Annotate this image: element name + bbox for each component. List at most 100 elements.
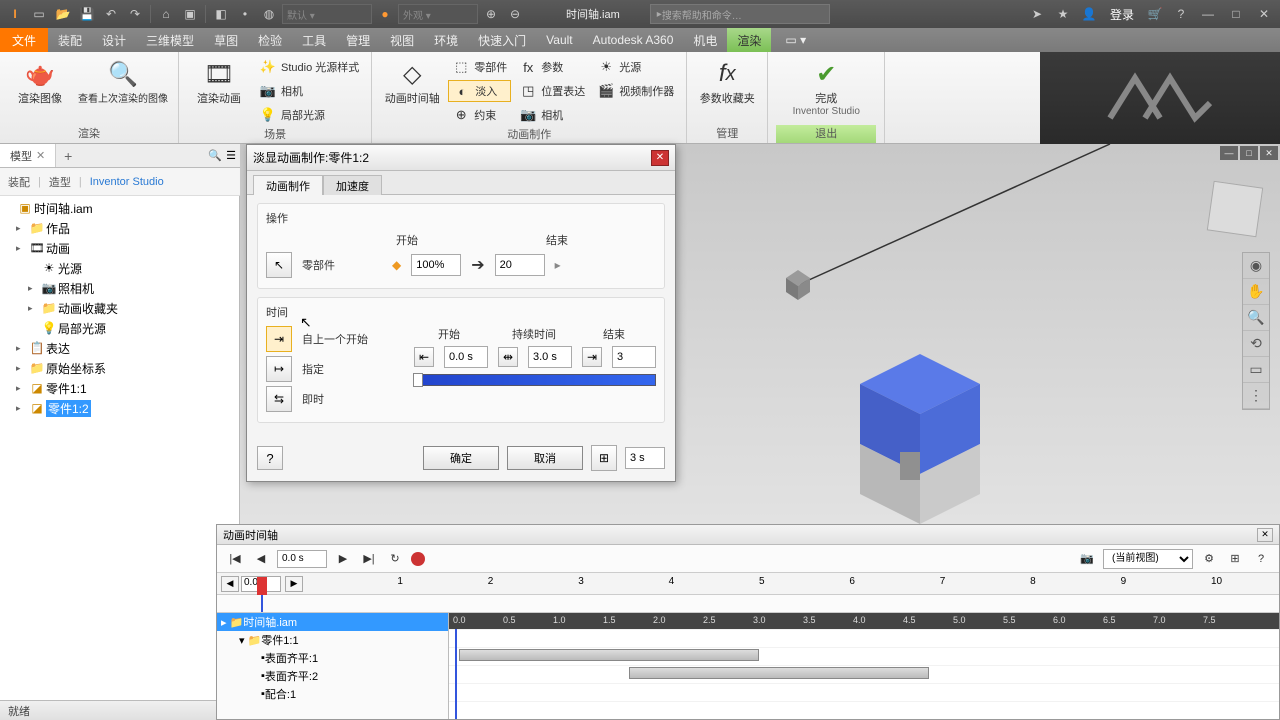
- model-tab[interactable]: 模型 ✕: [0, 144, 56, 167]
- dialog-tab-acceleration[interactable]: 加速度: [323, 175, 382, 195]
- minimize-button[interactable]: —: [1196, 5, 1220, 23]
- tree-node[interactable]: ▸📷照相机: [0, 278, 239, 298]
- current-time-display[interactable]: 0.0 s: [277, 550, 327, 568]
- appearance-dropdown[interactable]: 外观 ▾: [398, 4, 478, 24]
- time-start-snap-button[interactable]: ⇤: [414, 347, 434, 367]
- time-end-input[interactable]: [612, 346, 656, 368]
- settings-icon[interactable]: ⚙: [1199, 550, 1219, 568]
- tab-extra[interactable]: ▭ ▾: [775, 28, 816, 52]
- pick-component-button[interactable]: ↖: [266, 252, 292, 278]
- playhead-line[interactable]: [455, 629, 457, 719]
- tree-node-selected[interactable]: ▸◪零件1:2: [0, 398, 239, 418]
- expand-button[interactable]: ⊞: [591, 445, 617, 471]
- open-icon[interactable]: 📂: [52, 3, 74, 25]
- nav-orbit-icon[interactable]: ⟲: [1243, 331, 1269, 357]
- goto-start-button[interactable]: |◀: [225, 550, 245, 568]
- user-icon[interactable]: 👤: [1078, 3, 1100, 25]
- ruler-prev-button[interactable]: ◀: [221, 576, 239, 592]
- viewcube[interactable]: [1207, 181, 1263, 237]
- tab-getstarted[interactable]: 快速入门: [468, 28, 536, 52]
- mode-assembly[interactable]: 装配: [8, 174, 30, 190]
- timeline-tracks[interactable]: 0.00.51.01.52.02.53.03.54.04.55.05.56.06…: [449, 613, 1279, 719]
- search-icon[interactable]: 🔍: [208, 149, 222, 162]
- tree-node[interactable]: ▸◪零件1:1: [0, 378, 239, 398]
- tree-node[interactable]: 💡局部光源: [0, 318, 239, 338]
- nav-pan-icon[interactable]: ✋: [1243, 279, 1269, 305]
- time-end-snap-button[interactable]: ⇥: [582, 347, 602, 367]
- fade-button[interactable]: ◐淡入: [448, 80, 511, 102]
- timeline-ruler-coarse[interactable]: ◀ 0.0 ▶ 12345678910: [217, 573, 1279, 595]
- light-button[interactable]: ☀光源: [593, 56, 678, 78]
- home-icon[interactable]: ⌂: [155, 3, 177, 25]
- step-back-button[interactable]: ◀: [251, 550, 271, 568]
- total-time-input[interactable]: [625, 447, 665, 469]
- tree-node[interactable]: ▸📁原始坐标系: [0, 358, 239, 378]
- tab-manage[interactable]: 管理: [336, 28, 380, 52]
- redo-icon[interactable]: ↷: [124, 3, 146, 25]
- tree-node[interactable]: ▸📁作品: [0, 218, 239, 238]
- dialog-titlebar[interactable]: 淡显动画制作:零件1:2 ✕: [247, 145, 675, 171]
- position-expr-button[interactable]: ◳位置表达: [515, 80, 589, 102]
- time-mode-prev-button[interactable]: ⇥: [266, 326, 292, 352]
- param-favorites-button[interactable]: fx 参数收藏夹: [695, 54, 759, 106]
- globe-icon[interactable]: ◍: [258, 3, 280, 25]
- studio-light-style[interactable]: ✨Studio 光源样式: [255, 56, 363, 78]
- ok-button[interactable]: 确定: [423, 446, 499, 470]
- close-tab-icon[interactable]: ✕: [36, 149, 45, 162]
- pointer-icon[interactable]: ➤: [1026, 3, 1048, 25]
- misc1-icon[interactable]: ⊕: [480, 3, 502, 25]
- loop-button[interactable]: ↻: [385, 550, 405, 568]
- tab-file[interactable]: 文件: [0, 28, 48, 52]
- time-start-input[interactable]: [444, 346, 488, 368]
- cancel-button[interactable]: 取消: [507, 446, 583, 470]
- tab-design[interactable]: 设计: [92, 28, 136, 52]
- timeline-tree-root[interactable]: ▸ 📁 时间轴.iam: [217, 613, 448, 631]
- tab-tools[interactable]: 工具: [292, 28, 336, 52]
- timeline-tree-item[interactable]: ▾ 📁 零件1:1: [217, 631, 448, 649]
- dot-icon[interactable]: •: [234, 3, 256, 25]
- timeline-close-button[interactable]: ✕: [1257, 528, 1273, 542]
- parameter-button[interactable]: fx参数: [515, 56, 589, 78]
- time-dur-snap-button[interactable]: ⇹: [498, 347, 518, 367]
- dialog-tab-animation[interactable]: 动画制作: [253, 175, 323, 195]
- help-search[interactable]: ▸ 搜索帮助和命令…: [650, 4, 830, 24]
- tab-sketch[interactable]: 草图: [204, 28, 248, 52]
- track-bar[interactable]: [459, 649, 759, 661]
- material-dropdown[interactable]: 默认 ▾: [282, 4, 372, 24]
- cart-icon[interactable]: 🛒: [1144, 3, 1166, 25]
- tree-node[interactable]: ▸📋表达: [0, 338, 239, 358]
- video-maker-button[interactable]: 🎬视频制作器: [593, 80, 678, 102]
- view-select[interactable]: (当前视图): [1103, 549, 1193, 569]
- time-slider[interactable]: [414, 374, 656, 386]
- finish-button[interactable]: ✔ 完成 Inventor Studio: [776, 54, 876, 117]
- render-animation-button[interactable]: 🎞 渲染动画: [187, 54, 251, 106]
- tab-3dmodel[interactable]: 三维模型: [136, 28, 204, 52]
- track-bar[interactable]: [629, 667, 929, 679]
- anim-camera-button[interactable]: 📷相机: [515, 104, 589, 126]
- tab-vault[interactable]: Vault: [536, 28, 582, 52]
- local-light-button[interactable]: 💡局部光源: [255, 104, 363, 126]
- tree-node[interactable]: ▸📁动画收藏夹: [0, 298, 239, 318]
- appearance-icon[interactable]: ●: [374, 3, 396, 25]
- time-duration-input[interactable]: [528, 346, 572, 368]
- component-button[interactable]: ⬚零部件: [448, 56, 511, 78]
- add-tab-button[interactable]: +: [56, 148, 80, 164]
- camera-view-icon[interactable]: 📷: [1077, 550, 1097, 568]
- view-last-render-button[interactable]: 🔍 查看上次渲染的图像: [76, 54, 170, 105]
- tab-render[interactable]: 渲染: [727, 28, 771, 52]
- timeline-tree-item[interactable]: ▪ 表面齐平:1: [217, 649, 448, 667]
- timeline-tree-item[interactable]: ▪ 表面齐平:2: [217, 667, 448, 685]
- maximize-button[interactable]: □: [1224, 5, 1248, 23]
- close-button[interactable]: ✕: [1252, 5, 1276, 23]
- mode-inventor-studio[interactable]: Inventor Studio: [90, 176, 164, 188]
- dialog-close-button[interactable]: ✕: [651, 150, 669, 166]
- play-button[interactable]: ▶: [333, 550, 353, 568]
- end-value-input[interactable]: [495, 254, 545, 276]
- nav-lookAt-icon[interactable]: ▭: [1243, 357, 1269, 383]
- goto-end-button[interactable]: ▶|: [359, 550, 379, 568]
- select-icon[interactable]: ▣: [179, 3, 201, 25]
- tab-view[interactable]: 视图: [380, 28, 424, 52]
- nav-zoom-icon[interactable]: 🔍: [1243, 305, 1269, 331]
- login-link[interactable]: 登录: [1104, 6, 1140, 23]
- nav-more-icon[interactable]: ⋮: [1243, 383, 1269, 409]
